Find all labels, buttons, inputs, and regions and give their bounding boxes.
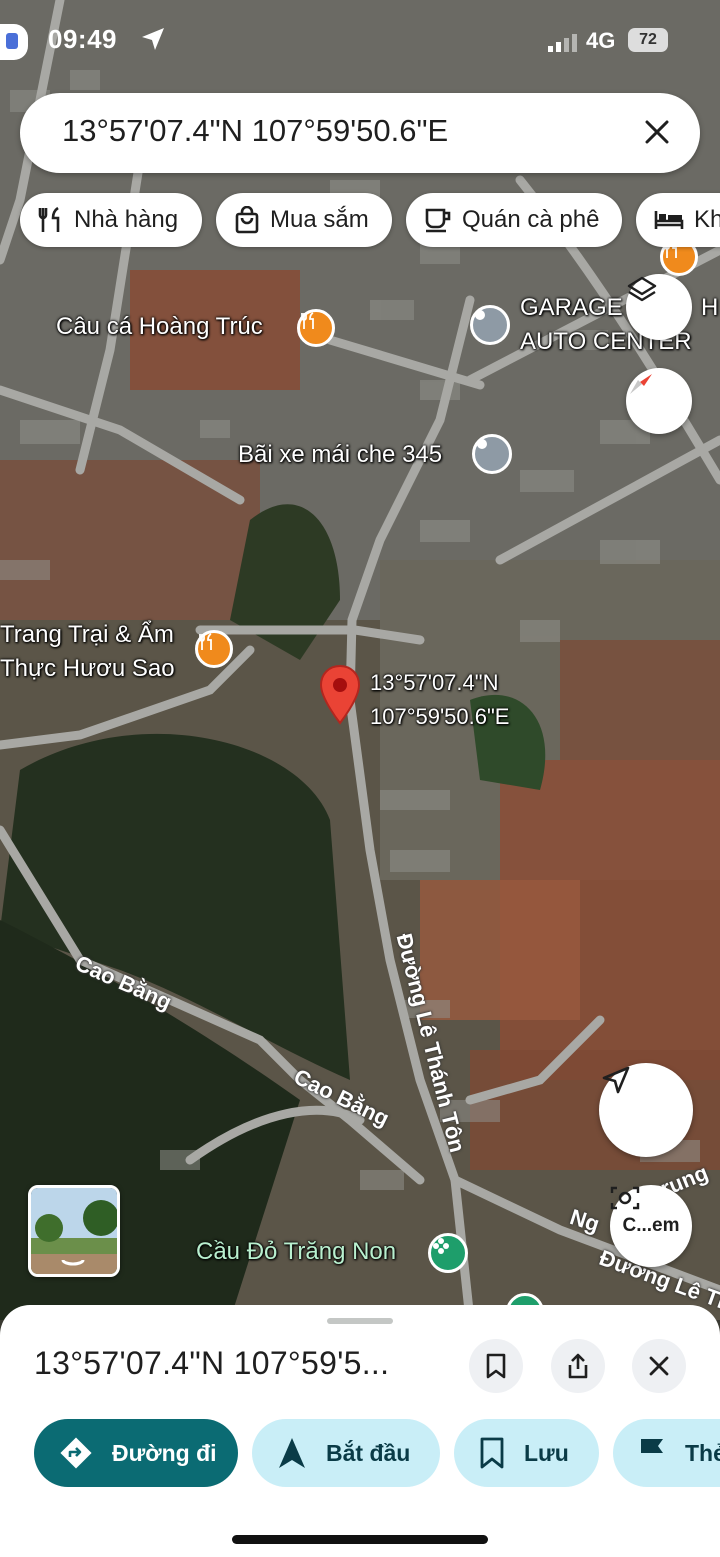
chip-restaurants[interactable]: Nhà hàng [20,193,202,247]
save-action-button[interactable]: Lưu [454,1419,599,1487]
status-bar: 09:49 4G 72 [0,18,720,64]
street-view-label: C...em [622,1215,680,1236]
directions-button[interactable]: Đường đi [34,1419,238,1487]
shopping-bag-icon [235,206,259,234]
my-location-button[interactable] [599,1063,693,1157]
place-label[interactable]: Thực Hươu Sao [0,655,175,683]
start-button[interactable]: Bắt đầu [252,1419,440,1487]
save-button[interactable] [469,1339,523,1393]
restaurant-icon [38,206,60,232]
compass-button[interactable] [626,368,692,434]
flag-icon [641,1439,663,1468]
place-title: 13°57'07.4"N 107°59'5... [34,1345,390,1381]
coffee-icon [425,208,451,233]
pin-coordinates-label: 107°59'50.6"E [370,704,510,729]
pin-coordinates-label: 13°57'07.4"N [370,670,499,695]
bookmark-icon [480,1437,504,1469]
place-label[interactable]: H [701,294,718,322]
share-icon [568,1353,588,1379]
street-view-camera-button[interactable]: C...em [610,1185,692,1267]
close-icon [649,1356,669,1376]
drag-handle[interactable] [327,1318,393,1324]
chip-label: Mua sắm [270,206,369,233]
app-indicator-icon [0,24,28,60]
label-button[interactable]: Thẻ [613,1419,720,1487]
place-label[interactable]: GARAGE [520,294,623,322]
search-bar[interactable]: 13°57'07.4"N 107°59'50.6"E [20,93,700,173]
location-arrow-icon [142,28,164,50]
battery-icon: 72 [628,28,668,52]
chip-coffee[interactable]: Quán cà phê [406,193,622,247]
share-button[interactable] [551,1339,605,1393]
place-label[interactable]: Cầu Đỏ Trăng Non [196,1238,396,1266]
chip-label: Nhà hàng [74,206,179,233]
layers-icon [627,276,657,302]
directions-icon [60,1437,92,1469]
action-label: Lưu [524,1439,569,1466]
layers-button[interactable] [626,274,692,340]
close-icon[interactable] [638,113,676,151]
navigation-arrow-icon [279,1438,305,1468]
place-poi-icon[interactable] [472,434,512,474]
action-label: Đường đi [112,1439,217,1466]
park-poi-icon[interactable] [428,1233,468,1273]
action-label: Thẻ [685,1439,720,1466]
chip-label: Kh [694,206,720,233]
place-poi-icon[interactable] [470,305,510,345]
compass-icon [630,374,652,394]
network-type: 4G [586,28,616,53]
signal-icon [548,34,577,52]
search-query[interactable]: 13°57'07.4"N 107°59'50.6"E [62,113,448,149]
home-indicator[interactable] [232,1535,488,1544]
place-bottom-sheet[interactable]: 13°57'07.4"N 107°59'5... Đường đi Bắt đầ… [0,1305,720,1557]
category-chips: Nhà hàng Mua sắm Quán cà phê Kh [0,193,720,247]
action-label: Bắt đầu [326,1439,411,1466]
street-view-thumbnail[interactable] [28,1185,120,1277]
hotel-bed-icon [654,211,684,229]
clock: 09:49 [48,24,117,54]
bookmark-icon [486,1353,506,1379]
chip-hotels[interactable]: Kh [636,193,720,247]
camera-icon [610,1186,640,1210]
chip-shopping[interactable]: Mua sắm [216,193,392,247]
restaurant-poi-icon[interactable] [297,309,335,347]
restaurant-poi-icon[interactable] [195,630,233,668]
navigation-arrow-icon [602,1066,630,1094]
chip-label: Quán cà phê [462,206,600,233]
place-label[interactable]: Trang Trại & Ẩm [0,621,174,649]
place-label[interactable]: Bãi xe mái che 345 [238,441,442,469]
location-pin-icon[interactable] [318,664,362,728]
place-label[interactable]: Câu cá Hoàng Trúc [56,313,263,341]
close-button[interactable] [632,1339,686,1393]
